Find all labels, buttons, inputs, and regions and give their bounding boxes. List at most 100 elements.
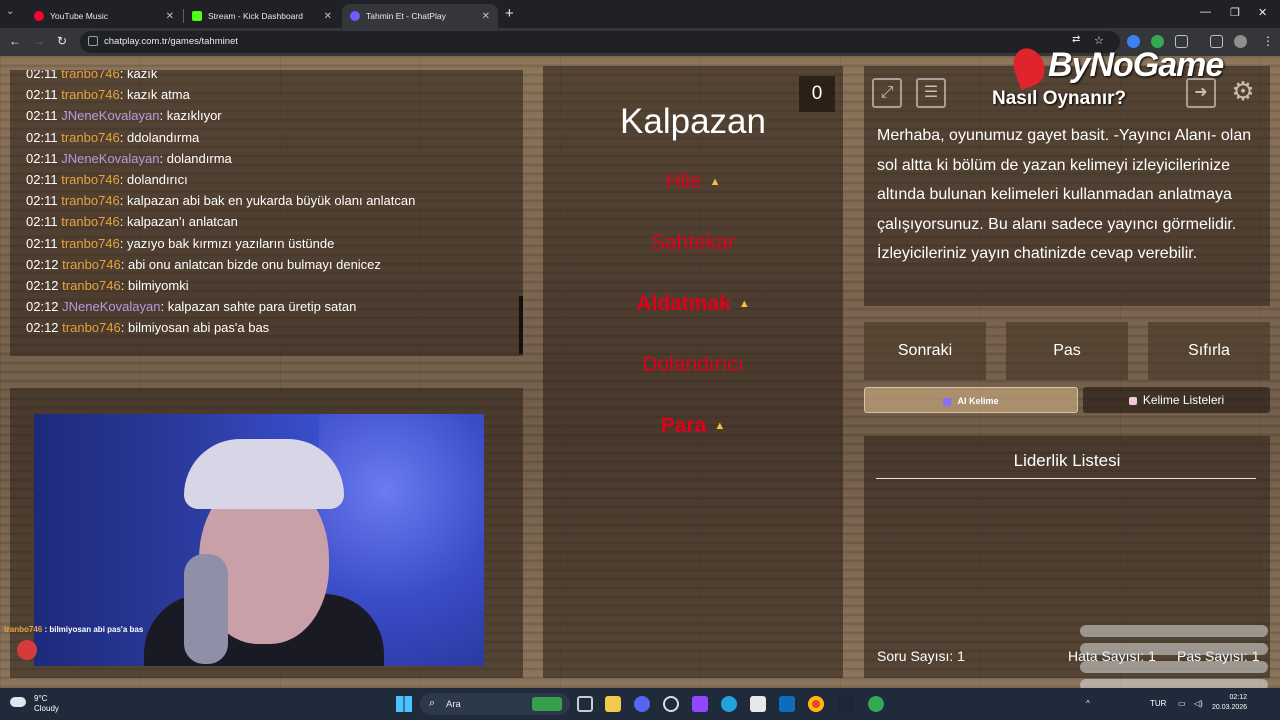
obs-icon[interactable]	[663, 696, 679, 712]
chat-time: 02:11	[26, 70, 58, 81]
question-count: Soru Sayısı: 1	[877, 648, 965, 664]
chat-username[interactable]: tranbo746	[62, 278, 121, 293]
pass-button[interactable]: Pas	[1006, 322, 1128, 380]
chat-username[interactable]: JNeneKovalayan	[61, 151, 159, 166]
chat-message: 02:11 tranbo746: kazık	[26, 70, 415, 87]
steam-icon[interactable]	[838, 696, 854, 712]
chat-scrollbar[interactable]	[519, 296, 523, 354]
discord-icon[interactable]	[634, 696, 650, 712]
rules-icon[interactable]: ☰	[916, 78, 946, 108]
profile-avatar[interactable]	[1234, 35, 1247, 48]
forbidden-word: Sahtekar	[650, 231, 736, 254]
chat-username[interactable]: tranbo746	[61, 214, 120, 229]
chat-text: : kalpazan'ı anlatcan	[119, 214, 238, 230]
leaderboard-title: Liderlik Listesi	[1013, 451, 1121, 470]
forward-icon[interactable]: →	[33, 34, 45, 48]
how-to-play-text: Merhaba, oyunumuz gayet basit. -Yayıncı …	[877, 127, 1252, 263]
chat-username[interactable]: tranbo746	[61, 70, 120, 81]
chat-username[interactable]: tranbo746	[62, 257, 121, 272]
chat-username[interactable]: tranbo746	[61, 193, 120, 208]
chat-message: 02:11 JNeneKovalayan: kazıklıyor	[26, 108, 415, 129]
tab-search-icon[interactable]: ⌄	[6, 6, 14, 17]
outlook-icon[interactable]	[779, 696, 795, 712]
minimize-icon[interactable]: —	[1200, 6, 1211, 18]
chrome-icon[interactable]	[808, 696, 824, 712]
tab-title: Stream - Kick Dashboard	[208, 11, 303, 21]
chat-message: 02:12 tranbo746: bilmiyosan abi pas'a ba…	[26, 320, 415, 341]
new-tab-icon[interactable]: +	[505, 5, 514, 22]
tab-kick-dashboard[interactable]: Stream - Kick Dashboard ✕	[184, 4, 340, 28]
chrome-profile-icon[interactable]	[868, 696, 884, 712]
chat-time: 02:11	[26, 150, 58, 166]
chat-time: 02:11	[26, 87, 58, 103]
youtube-music-icon	[34, 11, 44, 21]
chatplay-icon	[350, 11, 360, 21]
fullscreen-icon[interactable]: ⤢	[872, 78, 902, 108]
tray-arrow-icon[interactable]: ^	[1086, 699, 1090, 708]
microphone	[184, 554, 228, 664]
chat-time: 02:12	[26, 277, 59, 293]
chat-time: 02:12	[26, 256, 59, 272]
language-indicator[interactable]: TUR	[1150, 699, 1166, 708]
close-window-icon[interactable]: ✕	[1258, 6, 1267, 19]
tab-youtube-music[interactable]: YouTube Music ✕	[26, 4, 182, 28]
chat-messages: 02:11 tranbo746: kazık 02:11 tranbo746: k…	[26, 70, 415, 341]
warning-icon: ▲	[709, 176, 721, 189]
chat-text: : kazık atma	[119, 87, 190, 103]
app-icon[interactable]	[692, 696, 708, 712]
reload-icon[interactable]: ↻	[57, 34, 67, 48]
chat-time: 02:11	[26, 214, 58, 230]
close-icon[interactable]: ✕	[482, 11, 490, 22]
word-card: 0 Kalpazan Hile ▲ Sahtekar Aldatmak ▲ Dolandı…	[543, 66, 843, 678]
windows-taskbar: 9°C Cloudy ⌕ Ara ^ TUR ▭ ◁) 02:12 20.03.20…	[0, 688, 1280, 720]
file-explorer-icon[interactable]	[605, 696, 621, 712]
back-icon[interactable]: ←	[9, 34, 21, 48]
site-info-icon[interactable]	[88, 36, 98, 46]
next-button[interactable]: Sonraki	[864, 322, 986, 380]
chat-text: : bilmiyosan abi pas'a bas	[120, 320, 270, 336]
edge-icon[interactable]	[721, 696, 737, 712]
task-view-icon[interactable]	[577, 696, 593, 712]
url-text: chatplay.com.tr/games/tahminet	[104, 36, 238, 47]
chat-username[interactable]: tranbo746	[61, 172, 120, 187]
how-to-play-title: Nasıl Oynanır?	[992, 88, 1127, 109]
chat-overlay: tranbo746 : bilmiyosan abi pas'a bas	[4, 625, 143, 634]
ai-word-button[interactable]: AI Kelime	[864, 387, 1078, 413]
chat-time: 02:11	[26, 193, 58, 209]
search-highlight-icon	[532, 697, 562, 711]
chat-time: 02:11	[26, 129, 58, 145]
search-icon: ⌕	[429, 697, 436, 709]
close-icon[interactable]: ✕	[166, 11, 174, 22]
system-clock[interactable]: 02:12 20.03.2026	[1212, 693, 1247, 713]
chat-panel: 02:11 tranbo746: kazık 02:11 tranbo746: k…	[10, 70, 523, 356]
chat-username[interactable]: tranbo746	[62, 320, 121, 335]
chat-message: 02:12 tranbo746: bilmiyomki	[26, 278, 415, 299]
tab-title: YouTube Music	[50, 11, 108, 21]
forbidden-word: Dolandırıcı	[642, 353, 744, 376]
translate-icon[interactable]: ⇄	[1072, 34, 1080, 45]
chat-message: 02:11 tranbo746: kalpazan abi bak en yuk…	[26, 193, 415, 214]
chat-username[interactable]: tranbo746	[61, 130, 120, 145]
chat-text: : dolandırma	[159, 150, 232, 166]
kick-icon	[192, 11, 202, 21]
menu-icon[interactable]: ⋮	[1262, 34, 1274, 48]
warning-icon: ▲	[738, 298, 750, 311]
chat-username[interactable]: tranbo746	[61, 236, 120, 251]
restore-icon[interactable]: ❐	[1230, 6, 1240, 19]
close-icon[interactable]: ✕	[324, 11, 332, 22]
address-bar[interactable]: chatplay.com.tr/games/tahminet	[80, 31, 1120, 53]
chat-text: : bilmiyomki	[120, 277, 189, 293]
store-icon[interactable]	[750, 696, 766, 712]
tab-chatplay[interactable]: Tahmin Et - ChatPlay ✕	[342, 4, 498, 28]
reset-button[interactable]: Sıfırla	[1148, 322, 1270, 380]
chat-time: 02:12	[26, 299, 59, 315]
word-lists-button[interactable]: Kelime Listeleri	[1083, 387, 1270, 413]
bynogame-logo: ByNoGame	[1008, 44, 1260, 90]
windows-start-icon[interactable]	[396, 696, 412, 712]
taskbar-search[interactable]: ⌕ Ara	[420, 693, 570, 715]
volume-icon[interactable]: ◁)	[1194, 699, 1203, 708]
network-icon[interactable]: ▭	[1178, 699, 1186, 708]
chat-username[interactable]: tranbo746	[61, 87, 120, 102]
chat-username[interactable]: JNeneKovalayan	[61, 108, 159, 123]
chat-username[interactable]: JNeneKovalayan	[62, 299, 160, 314]
